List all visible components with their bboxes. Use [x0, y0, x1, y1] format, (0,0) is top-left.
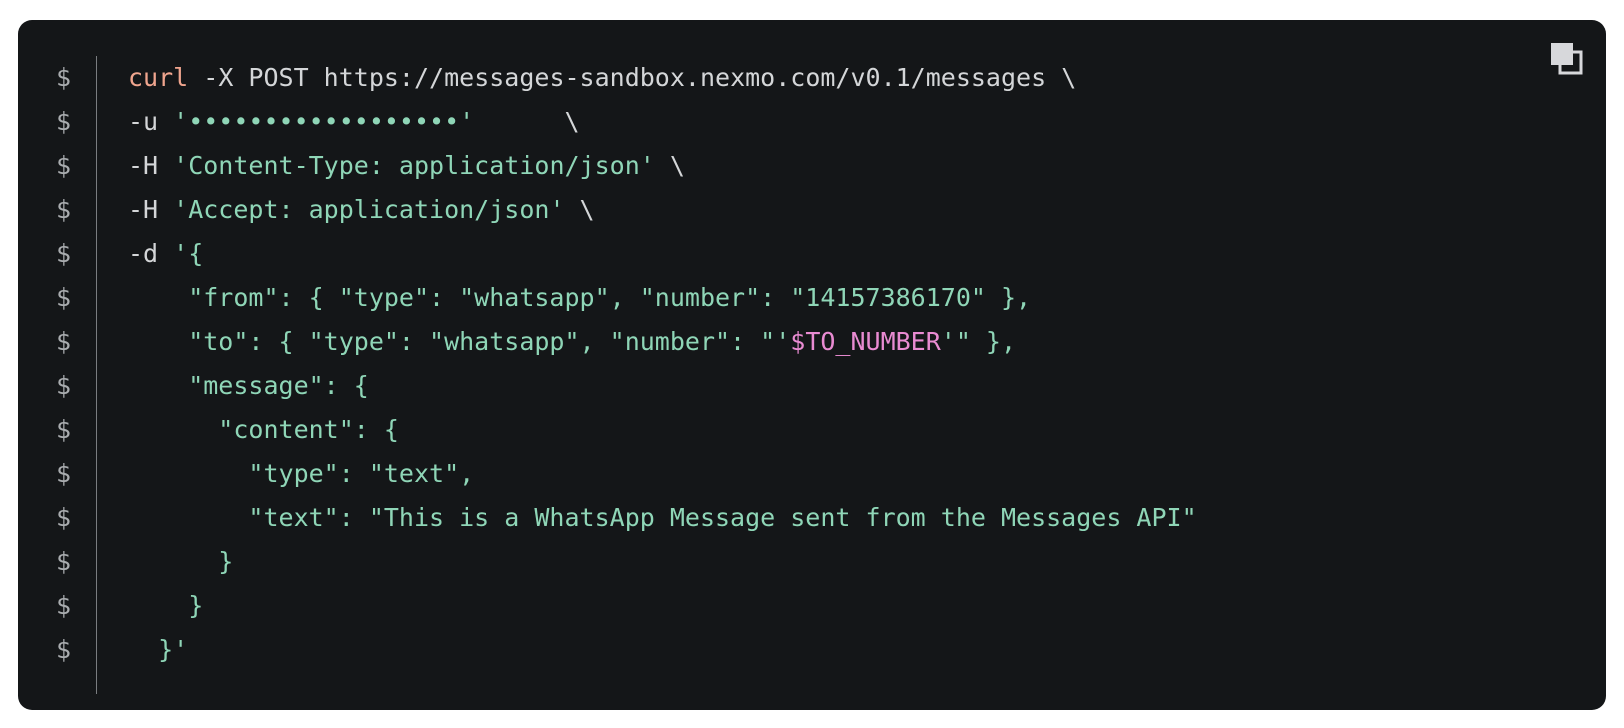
code-line: "from": { "type": "whatsapp", "number": … [128, 276, 1526, 320]
prompt-symbol: $ [56, 415, 72, 444]
copy-icon[interactable] [1548, 40, 1584, 76]
code-string: 'Content-Type: application/json' [173, 151, 655, 180]
prompt-symbol: $ [56, 239, 72, 268]
code-variable: $TO_NUMBER [790, 327, 941, 356]
code-string: }' [128, 635, 189, 664]
code-line: } [128, 540, 1526, 584]
code-line: "to": { "type": "whatsapp", "number": "'… [128, 320, 1526, 364]
code-line: curl -X POST https://messages-sandbox.ne… [128, 56, 1526, 100]
prompt-symbol: $ [56, 547, 72, 576]
code-lines: curl -X POST https://messages-sandbox.ne… [128, 56, 1526, 672]
code-string: 'Accept: application/json' [173, 195, 565, 224]
prompt-symbol: $ [56, 195, 72, 224]
code-text: \ [564, 195, 595, 224]
code-line: -u '••••••••••••••••••' \ [128, 100, 1526, 144]
code-string: '••••••••••••••••••' [173, 107, 475, 136]
code-text: -H [128, 195, 174, 224]
code-string: "content": { [128, 415, 399, 444]
prompt-symbol: $ [56, 503, 72, 532]
code-string: "to": { "type": "whatsapp", "number": "' [128, 327, 791, 356]
code-line: -H 'Accept: application/json' \ [128, 188, 1526, 232]
code-text: \ [474, 107, 580, 136]
code-line: "content": { [128, 408, 1526, 452]
prompt-symbol: $ [56, 635, 72, 664]
prompt-symbol: $ [56, 371, 72, 400]
prompt-symbol: $ [56, 459, 72, 488]
copy-button[interactable] [1548, 40, 1584, 76]
code-text: -X POST https://messages-sandbox.nexmo.c… [188, 63, 1077, 92]
code-line: -d '{ [128, 232, 1526, 276]
code-line: }' [128, 628, 1526, 672]
code-line: } [128, 584, 1526, 628]
code-text: \ [654, 151, 685, 180]
code-line: "message": { [128, 364, 1526, 408]
code-string: "text": "This is a WhatsApp Message sent… [128, 503, 1197, 532]
code-string: } [128, 547, 234, 576]
prompt-symbol: $ [56, 283, 72, 312]
prompt-symbol: $ [56, 591, 72, 620]
code-string: "type": "text", [128, 459, 475, 488]
prompt-symbol: $ [56, 151, 72, 180]
code-command: curl [128, 63, 189, 92]
prompt-symbol: $ [56, 327, 72, 356]
code-block: $ $ $ $ $ $ $ $ $ $ $ $ $ $ curl -X POST https://mess… [18, 20, 1606, 710]
code-string: } [128, 591, 204, 620]
code-string: "message": { [128, 371, 369, 400]
code-string: '{ [173, 239, 204, 268]
code-text: -H [128, 151, 174, 180]
gutter-divider [96, 56, 97, 694]
code-string: '" }, [940, 327, 1017, 356]
code-text: -d [128, 239, 174, 268]
prompt-gutter: $ $ $ $ $ $ $ $ $ $ $ $ $ $ [56, 56, 96, 672]
code-string: "from": { "type": "whatsapp", "number": … [128, 283, 1032, 312]
code-text: -u [128, 107, 174, 136]
code-line: "type": "text", [128, 452, 1526, 496]
prompt-symbol: $ [56, 107, 72, 136]
prompt-symbol: $ [56, 63, 72, 92]
code-line: "text": "This is a WhatsApp Message sent… [128, 496, 1526, 540]
code-line: -H 'Content-Type: application/json' \ [128, 144, 1526, 188]
